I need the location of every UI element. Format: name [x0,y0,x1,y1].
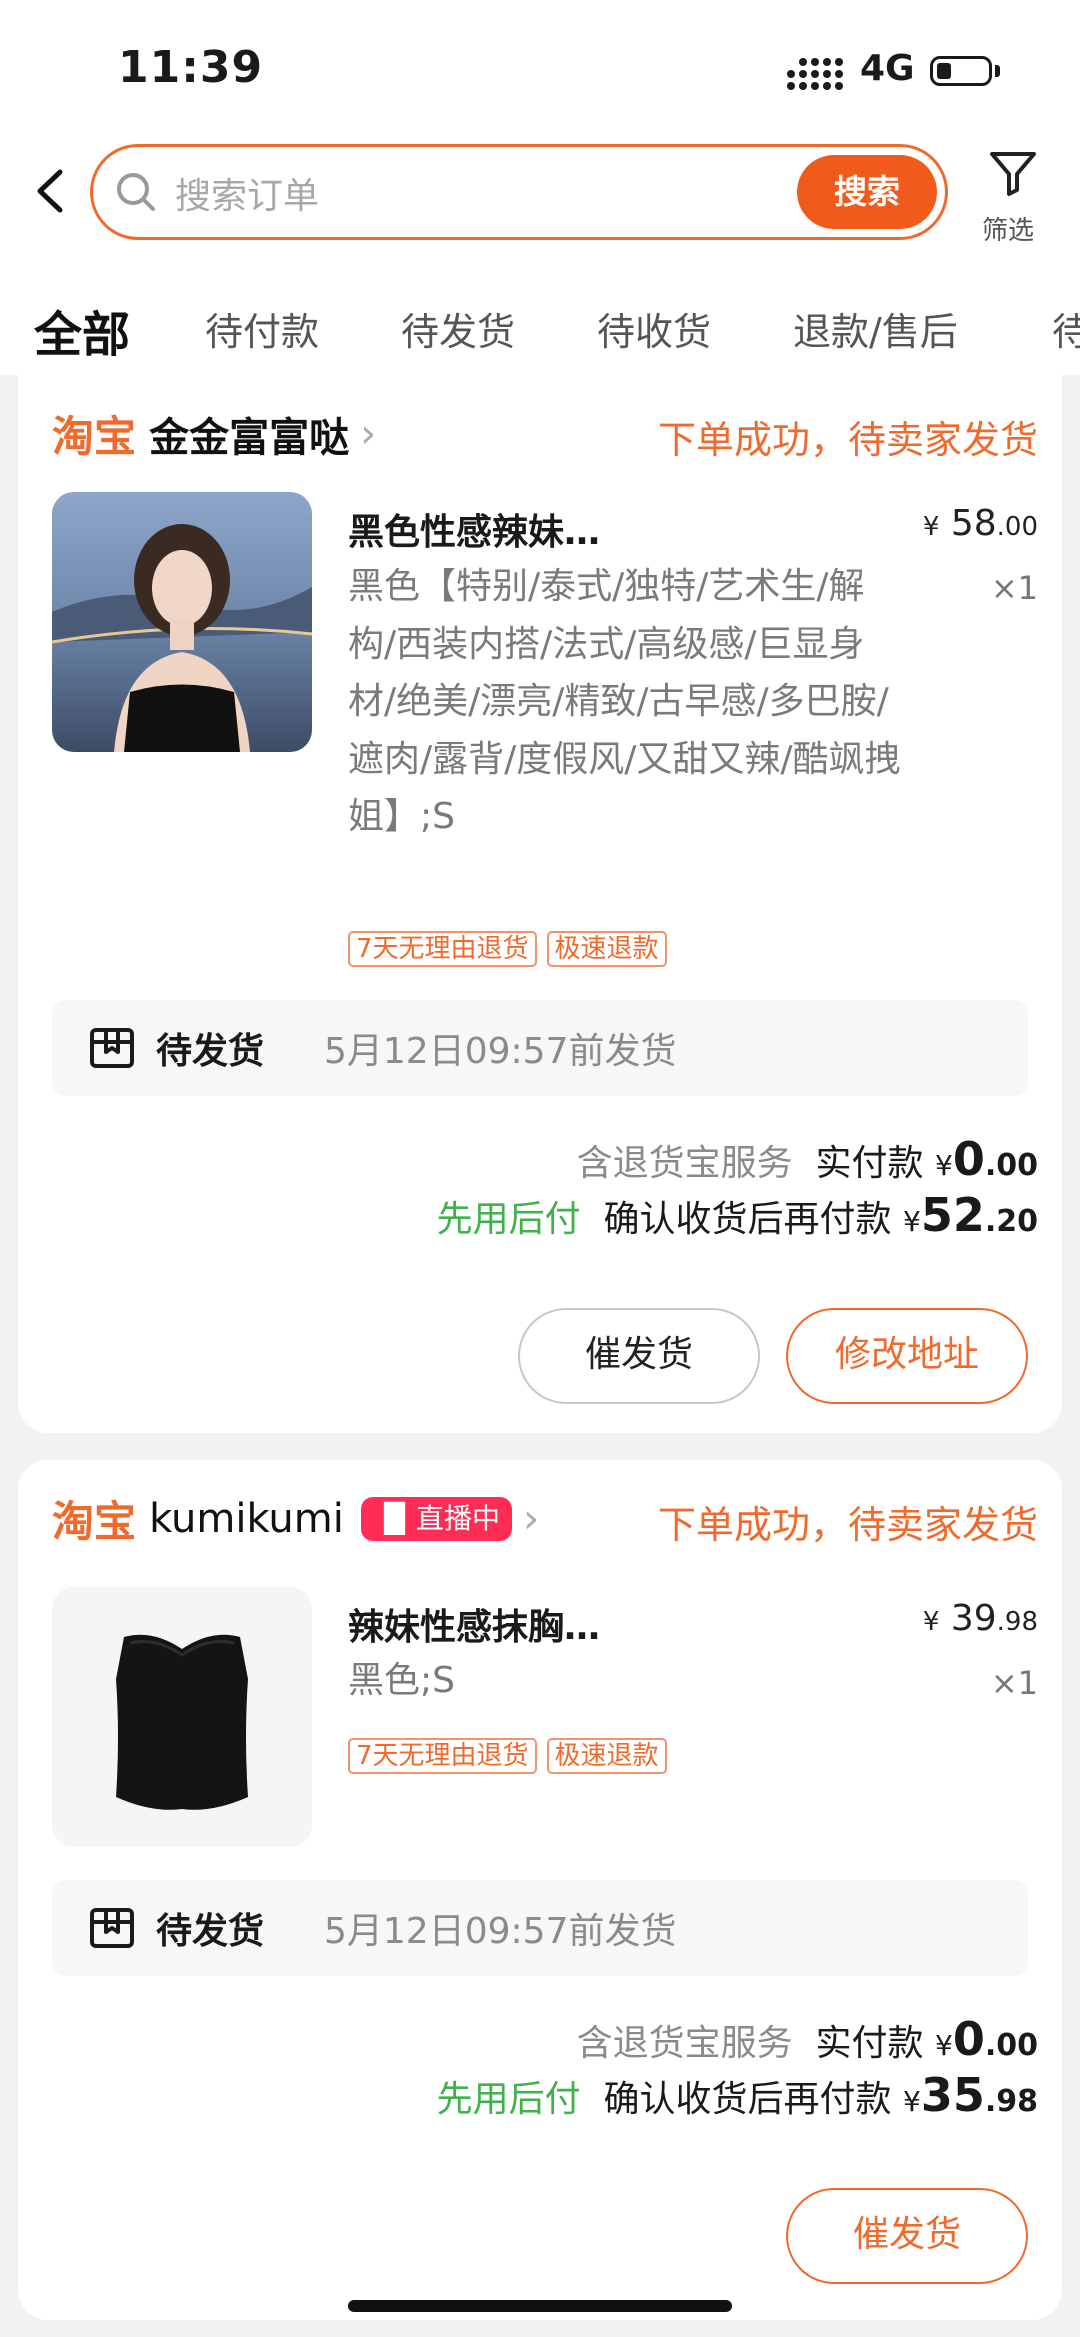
shop-header[interactable]: 淘宝 金金富富哒 › [52,403,376,463]
taobao-logo: 淘宝 [52,1497,137,1546]
shipping-status: 待发货 [156,1031,265,1072]
package-box-icon [90,1028,134,1068]
tab-pending-payment[interactable]: 待付款 [205,301,319,356]
order-tabs: 全部 待付款 待发货 待收货 退款/售后 待 [0,295,1080,365]
tab-all[interactable]: 全部 [34,295,130,365]
paid-label: 实付款 [815,1143,924,1184]
tag-7day-return: 7天无理由退货 [348,1738,537,1774]
shipping-deadline: 5月12日09:57前发货 [324,1911,677,1952]
tab-pending-review[interactable]: 待 [1052,301,1080,356]
product-price: ¥ 58.00 [922,503,1038,544]
pay-later-label: 先用后付 [436,1199,581,1240]
network-type: 4G [860,48,915,89]
product-title[interactable]: 辣妹性感抹胸黑色小背心裹胸 [348,1598,618,1650]
pay-after-receipt-label: 确认收货后再付款 [603,1199,892,1240]
urge-shipment-button[interactable]: 催发货 [518,1308,760,1404]
live-bars-icon: ▐▌ [372,1501,417,1535]
paid-label: 实付款 [815,2023,924,2064]
tag-7day-return: 7天无理由退货 [348,931,537,967]
paid-amount: ¥0.00 [935,2012,1038,2066]
battery-icon [930,56,992,86]
product-image[interactable] [52,492,312,752]
pay-later-line: 先用后付 确认收货后再付款 ¥35.98 [437,2068,1038,2122]
order-card[interactable]: 淘宝 kumikumi ▐▌直播中 › 下单成功，待卖家发货 辣妹性感抹胸黑色小… [18,1460,1062,2320]
product-title[interactable]: 黑色性感辣妹抹胸背心女夏季 [348,503,618,555]
package-box-icon [90,1908,134,1948]
filter-icon [990,152,1036,196]
pay-later-label: 先用后付 [436,2079,581,2120]
paid-amount-line: 含退货宝服务 实付款 ¥0.00 [577,2012,1038,2066]
shipping-deadline: 5月12日09:57前发货 [324,1031,677,1072]
filter-button[interactable]: 筛选 [976,146,1052,246]
search-placeholder[interactable]: 搜索订单 [175,167,319,219]
pay-later-line: 先用后付 确认收货后再付款 ¥52.20 [437,1188,1038,1242]
battery-tip [995,65,1000,77]
shop-header[interactable]: 淘宝 kumikumi ▐▌直播中 › [52,1488,539,1548]
product-sku: 黑色;S [348,1660,455,1701]
product-quantity: ×1 [990,1664,1038,1702]
taobao-logo: 淘宝 [52,412,137,461]
tab-pending-shipment[interactable]: 待发货 [401,301,515,356]
pay-later-amount: ¥35.98 [903,2068,1038,2122]
shipping-info[interactable]: 待发货 5月12日09:57前发货 [52,1000,1028,1096]
home-indicator[interactable] [348,2300,732,2312]
product-sku: 黑色【特别/泰式/独特/艺术生/解构/西装内搭/法式/高级感/巨显身材/绝美/漂… [348,566,901,837]
service-note: 含退货宝服务 [576,2023,793,2064]
service-note: 含退货宝服务 [576,1143,793,1184]
chevron-right-icon: › [523,1495,540,1542]
search-button[interactable]: 搜索 [797,155,937,229]
pay-later-amount: ¥52.20 [903,1188,1038,1242]
search-bar[interactable]: 搜索订单 搜索 [90,144,948,240]
signal-icon [787,58,843,90]
tab-pending-receipt[interactable]: 待收货 [597,301,711,356]
shipping-info[interactable]: 待发货 5月12日09:57前发货 [52,1880,1028,1976]
tab-refund-aftersale[interactable]: 退款/售后 [793,301,958,356]
service-tags: 7天无理由退货 极速退款 [348,1738,677,1774]
paid-amount-line: 含退货宝服务 实付款 ¥0.00 [577,1132,1038,1186]
status-bar: 11:39 4G [0,0,1080,130]
chevron-right-icon: › [360,410,377,457]
urge-shipment-button[interactable]: 催发货 [786,2188,1028,2284]
top-header: 11:39 4G 搜索订单 搜索 筛选 全部 待付款 待发货 待收货 退款/售后… [0,0,1080,375]
order-card[interactable]: 淘宝 金金富富哒 › 下单成功，待卖家发货 黑色性感辣妹抹胸背心女夏季 ¥ 58… [18,375,1062,1433]
search-icon [117,173,155,211]
tag-fast-refund: 极速退款 [546,1738,667,1774]
order-status: 下单成功，待卖家发货 [657,1503,1038,1547]
pay-after-receipt-label: 确认收货后再付款 [603,2079,892,2120]
live-badge[interactable]: ▐▌直播中 [360,1496,513,1541]
product-quantity: ×1 [990,569,1038,607]
shipping-status: 待发货 [156,1911,265,1952]
back-arrow-icon[interactable] [30,166,70,216]
shop-name[interactable]: 金金富富哒 [149,405,349,463]
filter-label: 筛选 [982,216,1035,246]
product-price: ¥ 39.98 [922,1598,1038,1639]
status-time: 11:39 [118,42,264,93]
product-image[interactable] [52,1587,312,1847]
service-tags: 7天无理由退货 极速退款 [348,931,677,967]
order-status: 下单成功，待卖家发货 [657,418,1038,462]
paid-amount: ¥0.00 [935,1132,1038,1186]
modify-address-button[interactable]: 修改地址 [786,1308,1028,1404]
tag-fast-refund: 极速退款 [546,931,667,967]
shop-name[interactable]: kumikumi [149,1496,344,1542]
